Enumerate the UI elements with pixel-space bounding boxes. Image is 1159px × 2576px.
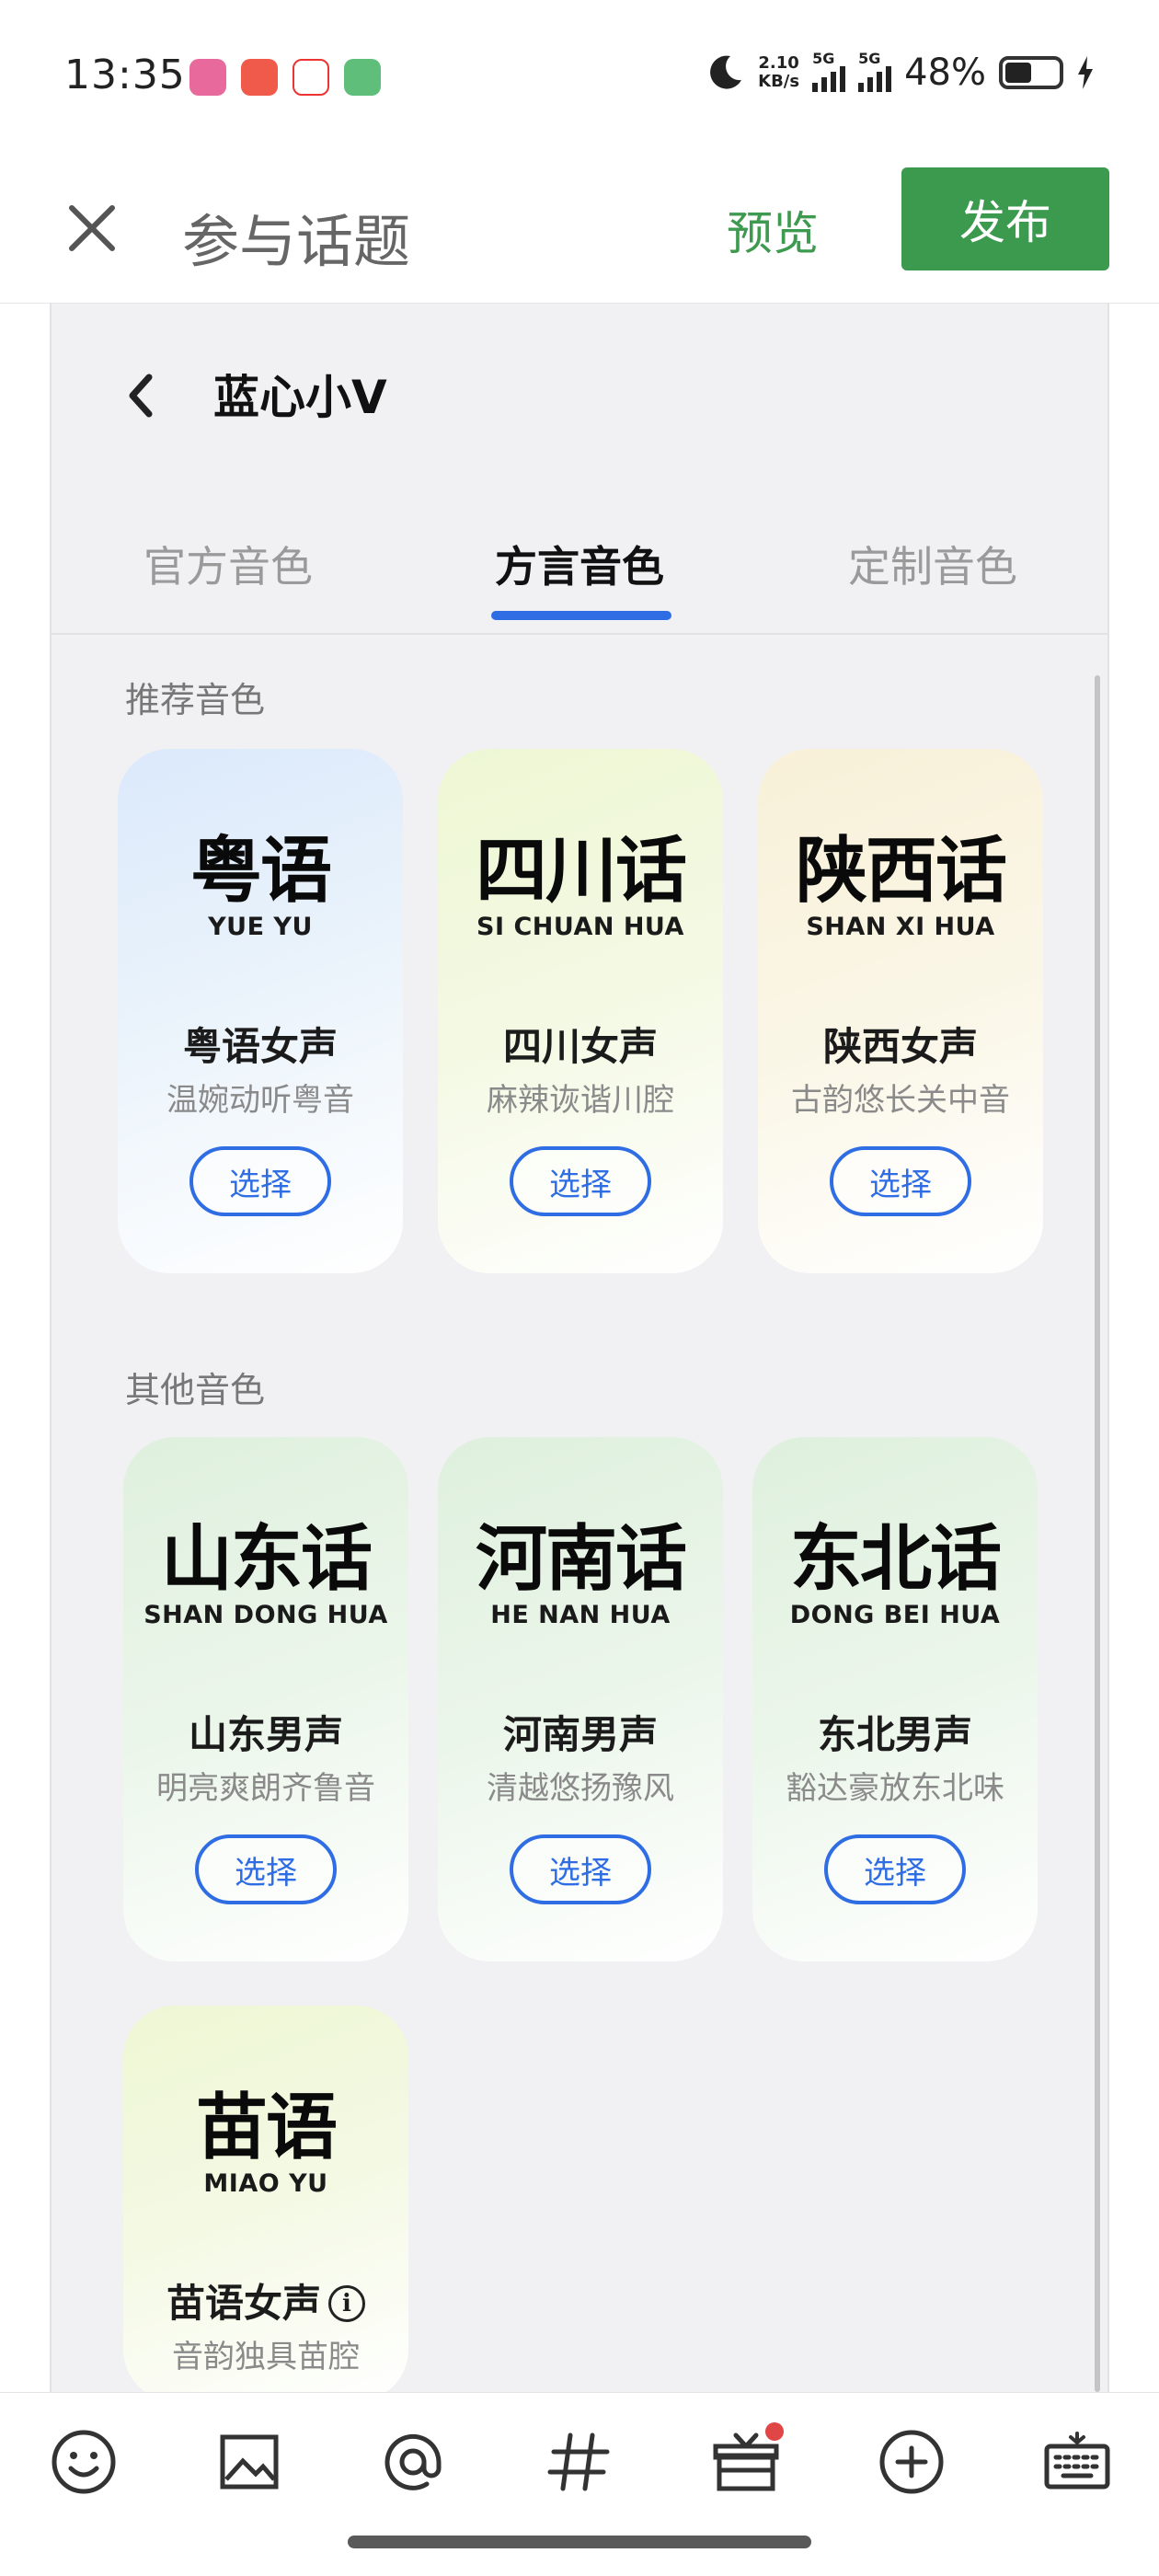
charging-icon [1078, 56, 1093, 89]
dialect-artwork: 四川话 SI CHUAN HUA [475, 829, 687, 941]
select-button[interactable]: 选择 [830, 1146, 971, 1216]
voice-card[interactable]: 山东话 SHAN DONG HUA 山东男声 明亮爽朗齐鲁音 选择 [123, 1437, 408, 1961]
close-icon [69, 205, 115, 251]
section-label-recommended: 推荐音色 [125, 680, 266, 720]
voice-name: 陕西女声 [822, 1024, 978, 1069]
bottom-toolbar [0, 2392, 1159, 2530]
voice-description: 麻辣诙谐川腔 [487, 1082, 674, 1119]
voice-picker-panel: 蓝心小V 官方音色 方言音色 定制音色 推荐音色 粤语 YUE YU 粤语女声 … [50, 304, 1109, 2392]
signal-strength-icon: 5G [812, 50, 846, 92]
mention-button[interactable] [372, 2421, 454, 2503]
dialect-artwork: 山东话 SHAN DONG HUA [143, 1517, 388, 1629]
info-icon[interactable]: i [328, 2285, 365, 2322]
status-bar: 13:35 2.10 KB/s 5G 5G 48% [0, 0, 1159, 155]
select-button[interactable]: 选择 [510, 1834, 651, 1904]
add-icon [879, 2430, 944, 2494]
select-button[interactable]: 选择 [189, 1146, 331, 1216]
clock: 13:35 [64, 52, 186, 98]
select-button[interactable]: 选择 [824, 1834, 966, 1904]
top-bar: 参与话题 预览 发布 [0, 155, 1159, 304]
dialect-artwork: 河南话 HE NAN HUA [475, 1517, 687, 1629]
dialect-artwork: 陕西话 SHAN XI HUA [795, 829, 1007, 941]
tab-custom-voices[interactable]: 定制音色 [848, 534, 1017, 594]
notification-icons [189, 59, 381, 96]
dialect-artwork: 东北话 DONG BEI HUA [789, 1517, 1002, 1629]
tab-dialect-voices[interactable]: 方言音色 [495, 534, 664, 594]
network-speed: 2.10 KB/s [758, 53, 800, 91]
voice-card[interactable]: 陕西话 SHAN XI HUA 陕西女声 古韵悠长关中音 选择 [758, 749, 1043, 1273]
voice-card[interactable]: 粤语 YUE YU 粤语女声 温婉动听粤音 选择 [118, 749, 403, 1273]
voice-description: 音韵独具苗腔 [172, 2339, 360, 2375]
image-icon [220, 2434, 279, 2490]
voice-name: 河南男声 [502, 1712, 658, 1757]
select-button[interactable]: 选择 [510, 1146, 651, 1216]
voice-card[interactable]: 东北话 DONG BEI HUA 东北男声 豁达豪放东北味 选择 [752, 1437, 1038, 1961]
active-tab-indicator [491, 611, 671, 620]
voice-name: 四川女声 [502, 1024, 658, 1069]
preview-button[interactable]: 预览 [727, 197, 819, 263]
voice-description: 古韵悠长关中音 [791, 1082, 1010, 1119]
back-button[interactable] [112, 359, 167, 432]
app-notification-icon [189, 59, 226, 96]
voice-description: 温婉动听粤音 [166, 1082, 354, 1119]
video-app-icon [241, 59, 278, 96]
page-title: 参与话题 [182, 208, 411, 275]
scrollbar[interactable] [1095, 675, 1100, 2392]
voice-card[interactable]: 四川话 SI CHUAN HUA 四川女声 麻辣诙谐川腔 选择 [438, 749, 723, 1273]
hashtag-button[interactable] [537, 2421, 620, 2503]
image-button[interactable] [208, 2421, 291, 2503]
moon-icon [710, 55, 742, 89]
voice-name: 山东男声 [188, 1712, 343, 1757]
section-label-others: 其他音色 [125, 1370, 266, 1410]
signal-strength-icon-2: 5G [858, 50, 892, 92]
voice-description: 清越悠扬豫风 [487, 1770, 674, 1807]
wallet-app-icon [344, 59, 381, 96]
voice-description: 明亮爽朗齐鲁音 [156, 1770, 375, 1807]
chevron-left-icon [129, 374, 153, 418]
mention-icon [384, 2433, 442, 2490]
notification-dot [765, 2422, 784, 2441]
system-indicators: 2.10 KB/s 5G 5G 48% [705, 50, 1095, 94]
voice-name: 粤语女声 [182, 1024, 338, 1069]
home-indicator[interactable] [348, 2536, 811, 2548]
select-button[interactable]: 选择 [195, 1834, 337, 1904]
voice-card[interactable]: 苗语 MIAO YU 苗语女声 i 音韵独具苗腔 [123, 2006, 408, 2392]
keyboard-button[interactable] [1036, 2421, 1119, 2503]
publish-button[interactable]: 发布 [901, 167, 1109, 270]
battery-icon [999, 56, 1063, 89]
voice-description: 豁达豪放东北味 [786, 1770, 1004, 1807]
panel-title: 蓝心小V [213, 371, 387, 424]
shopping-app-icon [293, 59, 329, 96]
tab-official-voices[interactable]: 官方音色 [143, 534, 313, 594]
close-button[interactable] [55, 191, 129, 265]
emoji-button[interactable] [42, 2421, 125, 2503]
dialect-artwork: 苗语 MIAO YU [195, 2086, 338, 2198]
voice-name: 东北男声 [817, 1712, 972, 1757]
voice-name: 苗语女声 i [123, 2272, 408, 2329]
battery-percent: 48% [904, 52, 986, 94]
emoji-icon [52, 2430, 116, 2494]
voice-card[interactable]: 河南话 HE NAN HUA 河南男声 清越悠扬豫风 选择 [438, 1437, 723, 1961]
hashtag-icon [547, 2432, 610, 2491]
keyboard-icon [1044, 2432, 1110, 2490]
gift-button[interactable] [705, 2421, 787, 2503]
add-button[interactable] [870, 2421, 953, 2503]
dialect-artwork: 粤语 YUE YU [189, 829, 332, 941]
